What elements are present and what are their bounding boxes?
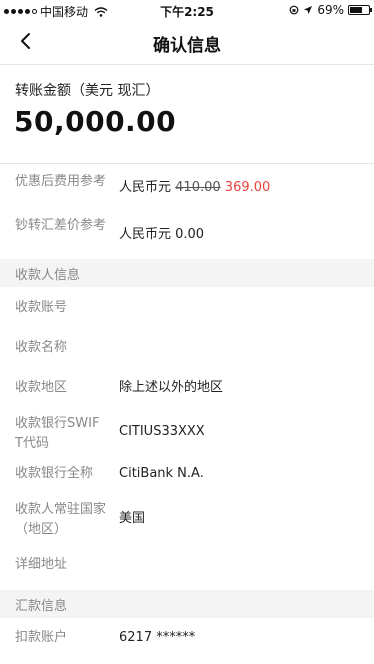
payee-region-value: 除上述以外的地区 bbox=[119, 380, 224, 395]
battery-level bbox=[350, 7, 363, 13]
fee-value: 人民币元 410.00 369.00 bbox=[119, 178, 270, 198]
remitter-section-header: 汇款信息 bbox=[0, 590, 374, 618]
fee-currency: 人民币元 bbox=[119, 180, 172, 195]
payee-country-label: 收款人常驻国家（地区） bbox=[15, 502, 107, 537]
payee-section-title: 收款人信息 bbox=[15, 268, 81, 283]
payee-swift-value: CITIUS33XXX bbox=[119, 424, 205, 439]
page-title: 确认信息 bbox=[153, 36, 221, 56]
fee-row: 优惠后费用参考 人民币元 410.00 369.00 bbox=[0, 172, 374, 212]
battery-icon bbox=[348, 5, 372, 15]
payee-bank-label: 收款银行全称 bbox=[15, 466, 94, 481]
payee-address-label: 详细地址 bbox=[15, 557, 68, 572]
payee-region-label: 收款地区 bbox=[15, 380, 68, 395]
transfer-amount-block: 转账金额（美元 现汇） 50,000.00 bbox=[0, 65, 374, 164]
fee-discounted: 369.00 bbox=[224, 180, 271, 195]
exchange-diff-value: 人民币元 0.00 bbox=[119, 227, 205, 242]
status-right: 69% bbox=[289, 3, 372, 17]
payee-bank-value: CitiBank N.A. bbox=[119, 466, 204, 481]
fee-original: 410.00 bbox=[175, 180, 221, 195]
exchange-diff-row: 钞转汇差价参考 人民币元 0.00 bbox=[0, 216, 374, 256]
battery-percent: 69% bbox=[317, 3, 344, 17]
navigation-bar: 确认信息 bbox=[0, 20, 374, 65]
amount-label: 转账金额（美元 现汇） bbox=[15, 83, 160, 99]
payee-section-header: 收款人信息 bbox=[0, 259, 374, 287]
fee-label: 优惠后费用参考 bbox=[15, 174, 107, 189]
payee-country-value: 美国 bbox=[119, 511, 146, 526]
payee-swift-label: 收款银行SWIFT代码 bbox=[15, 416, 100, 451]
amount-value: 50,000.00 bbox=[14, 105, 177, 138]
payee-account-label: 收款账号 bbox=[15, 300, 68, 315]
exchange-diff-label: 钞转汇差价参考 bbox=[15, 218, 107, 233]
debit-account-value: 6217 ****** bbox=[119, 630, 196, 645]
location-icon bbox=[304, 6, 313, 14]
debit-account-label: 扣款账户 bbox=[15, 630, 68, 645]
status-bar: 中国移动 下午2:25 69% bbox=[0, 0, 374, 20]
remitter-section-title: 汇款信息 bbox=[15, 599, 68, 614]
orientation-lock-icon bbox=[289, 5, 299, 15]
payee-name-label: 收款名称 bbox=[15, 340, 68, 355]
